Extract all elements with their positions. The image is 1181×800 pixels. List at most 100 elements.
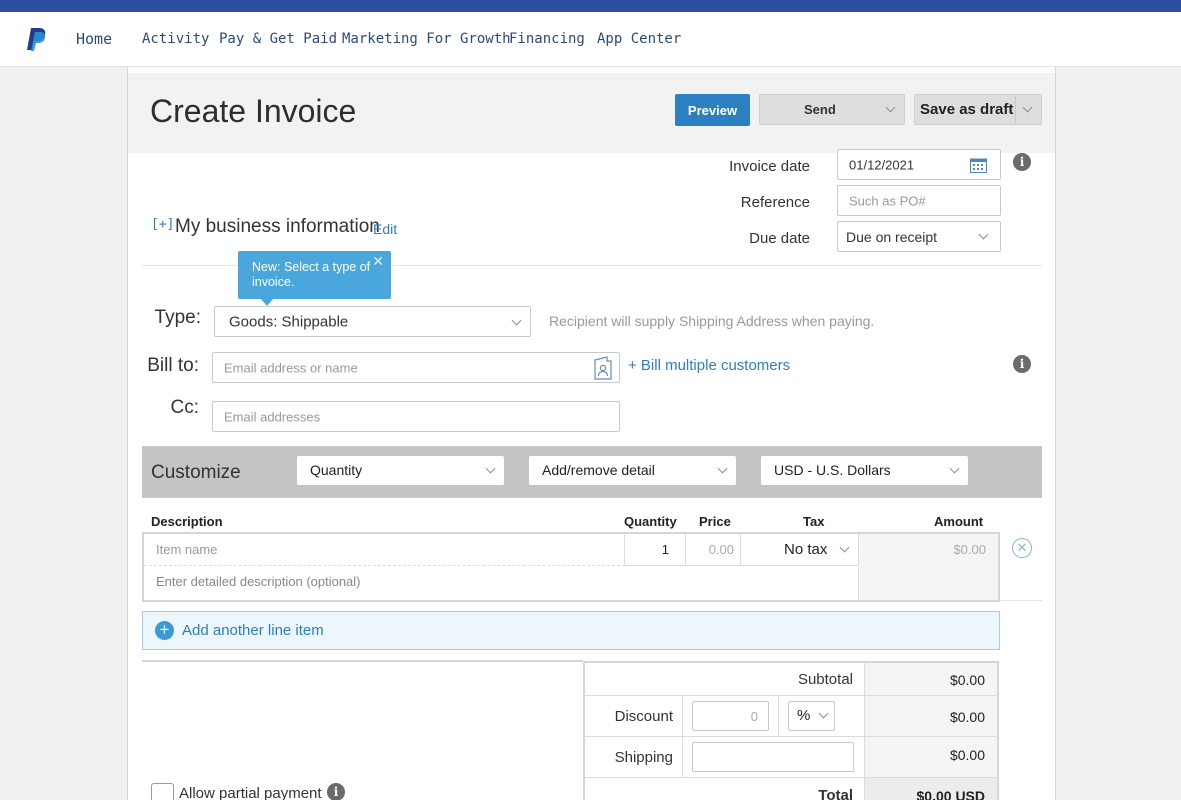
discount-divider [682, 696, 683, 736]
item-price-input[interactable]: 0.00 [686, 534, 741, 566]
due-date-label: Due date [749, 230, 810, 247]
edit-business-info-link[interactable]: Edit [373, 221, 397, 237]
send-button[interactable]: Send [759, 94, 905, 125]
close-icon[interactable]: ✕ [372, 254, 384, 269]
preview-button[interactable]: Preview [675, 94, 750, 126]
discount-cell: $0.00 [864, 696, 997, 736]
item-name-placeholder: Item name [156, 542, 218, 557]
top-accent-bar [0, 0, 1181, 12]
total-label: Total [818, 787, 853, 800]
nav-marketing[interactable]: Marketing For Growth [342, 31, 511, 47]
currency-select[interactable]: USD - U.S. Dollars [761, 456, 968, 485]
partial-payment-info-icon[interactable]: i [327, 783, 345, 800]
item-tax-value: No tax [784, 541, 828, 558]
chevron-down-icon [818, 708, 829, 719]
item-quantity-input[interactable]: 1 [625, 534, 686, 566]
tooltip-arrow [260, 298, 274, 306]
total-row: Total $0.00 USD [585, 778, 997, 800]
discount-row: Discount 0 % $0.00 [585, 696, 997, 737]
chevron-down-icon [485, 463, 496, 474]
save-draft-label: Save as draft [920, 101, 1014, 118]
total-value: $0.00 USD [916, 788, 985, 800]
invoice-page: Create Invoice Preview Send Save as draf… [127, 67, 1056, 800]
discount-unit-select[interactable]: % [788, 701, 835, 731]
tooltip-text: New: Select a type of invoice. [252, 260, 371, 289]
row-divider [999, 600, 1042, 601]
nav-pay-get-paid[interactable]: Pay & Get Paid [219, 31, 337, 47]
subtotal-label: Subtotal [797, 671, 853, 688]
item-price-placeholder: 0.00 [708, 542, 734, 557]
item-quantity-value: 1 [661, 542, 669, 557]
line-item-row: Item name 1 0.00 No tax $0.00 Enter deta… [142, 532, 1000, 602]
chevron-down-icon [717, 463, 728, 474]
plus-circle-icon: + [155, 621, 174, 640]
invoice-type-tooltip: New: Select a type of invoice. ✕ [238, 251, 391, 306]
totals-table: Subtotal $0.00 Discount 0 % $0.00 Shippi… [583, 661, 999, 800]
due-date-value: Due on receipt [846, 228, 938, 245]
quantity-select-value: Quantity [310, 462, 363, 478]
item-amount: $0.00 [859, 534, 998, 600]
add-line-item-label: Add another line item [182, 622, 324, 639]
reference-placeholder: Such as PO# [849, 193, 926, 208]
bill-to-placeholder: Email address or name [224, 360, 358, 375]
item-amount-value: $0.00 [953, 542, 986, 557]
shipping-value: $0.00 [949, 747, 985, 763]
item-tax-select[interactable]: No tax [741, 534, 859, 566]
discount-value: $0.00 [949, 709, 985, 725]
remove-line-item-icon[interactable]: ✕ [1012, 538, 1032, 558]
main-navigation: Home Activity Pay & Get Paid Marketing F… [0, 12, 1181, 67]
reference-field[interactable]: Such as PO# [837, 185, 1001, 216]
discount-unit-value: % [797, 707, 811, 724]
invoice-type-select[interactable]: Goods: Shippable [214, 306, 531, 337]
currency-select-value: USD - U.S. Dollars [774, 462, 891, 478]
calendar-icon[interactable] [970, 157, 987, 176]
discount-divider [778, 696, 779, 736]
item-name-input[interactable]: Item name [144, 534, 625, 566]
col-price: Price [699, 514, 731, 529]
bill-multiple-customers-link[interactable]: + Bill multiple customers [628, 357, 790, 374]
subtotal-cell: $0.00 [864, 663, 997, 695]
nav-app-center[interactable]: App Center [597, 31, 681, 47]
cc-placeholder: Email addresses [224, 409, 321, 424]
quantity-select[interactable]: Quantity [297, 456, 504, 485]
add-line-item-button[interactable]: + Add another line item [142, 611, 1000, 650]
bill-to-info-icon[interactable]: i [1013, 355, 1031, 373]
page-title: Create Invoice [150, 93, 357, 129]
invoice-date-info-icon[interactable]: i [1013, 153, 1031, 171]
due-date-select[interactable]: Due on receipt [837, 221, 1001, 252]
invoice-date-field[interactable]: 01/12/2021 [837, 149, 1001, 180]
shipping-label: Shipping [614, 749, 673, 766]
nav-financing[interactable]: Financing [509, 31, 585, 47]
detail-select[interactable]: Add/remove detail [529, 456, 736, 485]
nav-activity[interactable]: Activity [142, 31, 209, 47]
expand-business-info-icon[interactable]: [+] [151, 217, 174, 232]
subtotal-row: Subtotal $0.00 [585, 663, 997, 696]
shipping-input[interactable] [692, 742, 854, 772]
cc-input[interactable]: Email addresses [212, 401, 620, 432]
col-amount: Amount [934, 514, 984, 529]
invoice-type-value: Goods: Shippable [229, 313, 349, 330]
business-info-title: My business information [175, 216, 380, 237]
chevron-down-icon [839, 542, 850, 553]
nav-home[interactable]: Home [76, 30, 112, 48]
button-divider [1015, 95, 1016, 124]
customize-label: Customize [151, 462, 241, 483]
detail-select-value: Add/remove detail [542, 462, 655, 478]
shipping-divider [682, 737, 683, 777]
customize-bar: Customize Quantity Add/remove detail USD… [142, 446, 1042, 498]
item-description-input[interactable]: Enter detailed description (optional) [144, 567, 859, 600]
invoice-header: Create Invoice Preview Send Save as draf… [128, 73, 1055, 153]
save-draft-button[interactable]: Save as draft [914, 94, 1042, 125]
paypal-logo-icon[interactable] [27, 27, 49, 56]
cc-label: Cc: [170, 397, 200, 418]
discount-input[interactable]: 0 [692, 701, 769, 731]
shipping-row: Shipping $0.00 [585, 737, 997, 778]
bill-to-input[interactable]: Email address or name [212, 352, 620, 383]
allow-partial-payment-label: Allow partial payment [179, 785, 322, 800]
allow-partial-payment-checkbox[interactable] [151, 783, 174, 800]
discount-label: Discount [614, 708, 673, 725]
contact-book-icon[interactable] [594, 356, 612, 383]
invoice-date-label: Invoice date [729, 158, 810, 175]
chevron-down-icon[interactable] [1022, 102, 1033, 113]
col-quantity: Quantity [624, 514, 677, 529]
